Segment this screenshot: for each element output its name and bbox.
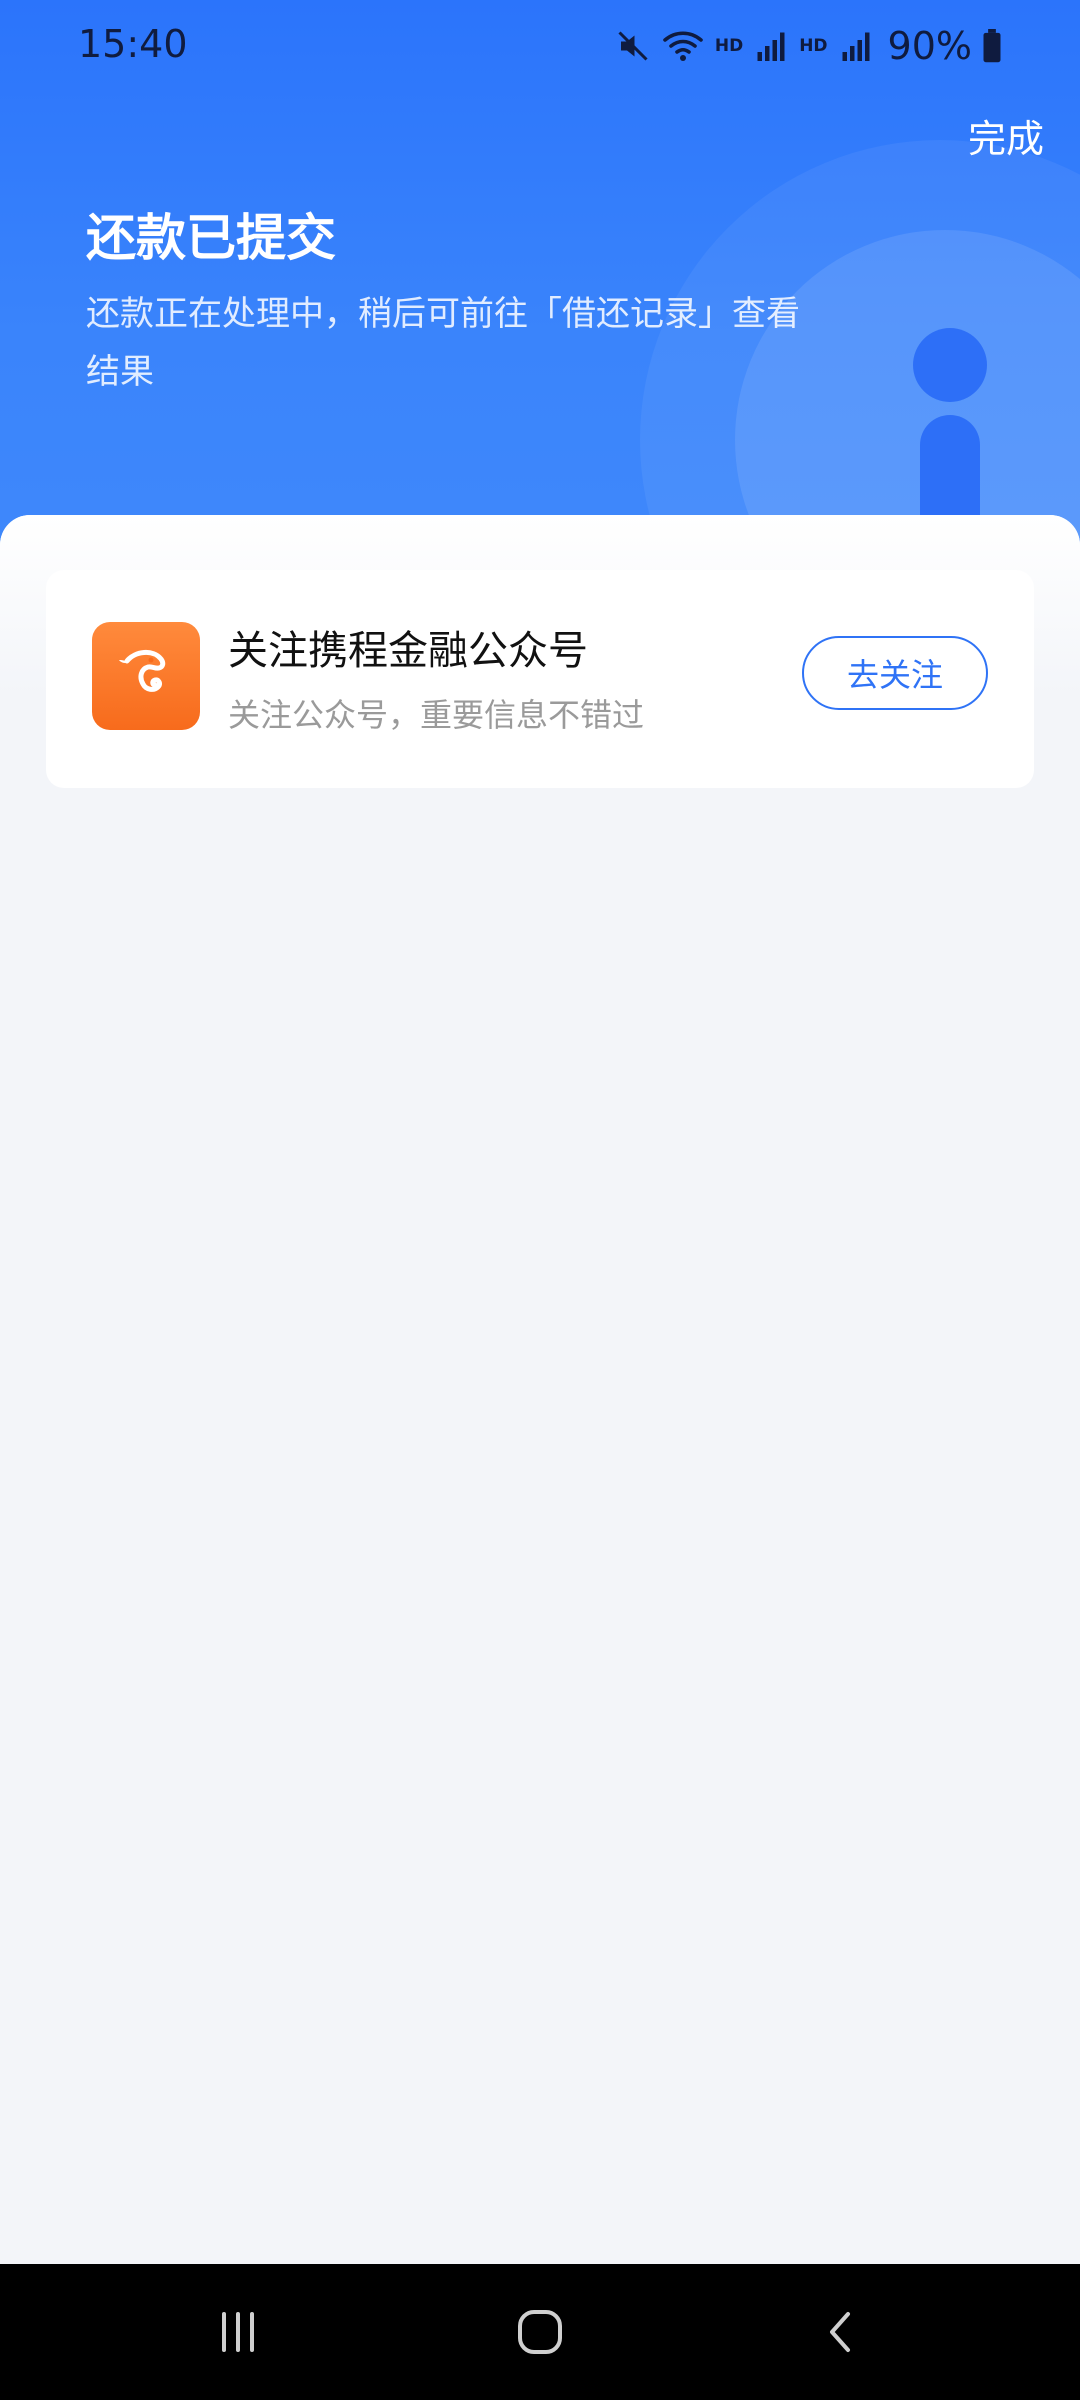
hd-label: HD [714, 36, 744, 56]
system-nav-bar [0, 2264, 1080, 2400]
recent-apps-icon[interactable] [208, 2304, 268, 2360]
status-icons: HD HD 90% [615, 22, 1002, 70]
status-bar: 15:40 HD HD 90% [0, 0, 1080, 90]
mute-icon [615, 28, 651, 64]
done-button[interactable]: 完成 [968, 108, 1044, 163]
follow-button[interactable]: 去关注 [802, 636, 988, 710]
signal-icon [838, 28, 874, 64]
back-icon[interactable] [812, 2304, 872, 2360]
card-description: 关注公众号，重要信息不错过 [228, 696, 645, 734]
follow-account-card: 关注携程金融公众号 关注公众号，重要信息不错过 去关注 [46, 570, 1034, 788]
wifi-icon [661, 28, 705, 64]
hd-label: HD [799, 36, 828, 56]
battery-percent: 90% [887, 24, 972, 68]
page-title: 还款已提交 [86, 209, 336, 267]
header-banner: 15:40 HD HD 90% 完成 还款已提交 还款正在处理中，稍后可前往「借… [0, 0, 1080, 560]
signal-icon [753, 28, 789, 64]
info-icon-dot [913, 328, 987, 402]
battery-icon [982, 29, 1002, 63]
home-icon[interactable] [510, 2304, 570, 2360]
card-title: 关注携程金融公众号 [228, 628, 588, 674]
status-time: 15:40 [78, 22, 188, 66]
page-subtitle: 还款正在处理中，稍后可前往「借还记录」查看结果 [86, 294, 800, 392]
ctrip-dolphin-icon [92, 622, 200, 730]
